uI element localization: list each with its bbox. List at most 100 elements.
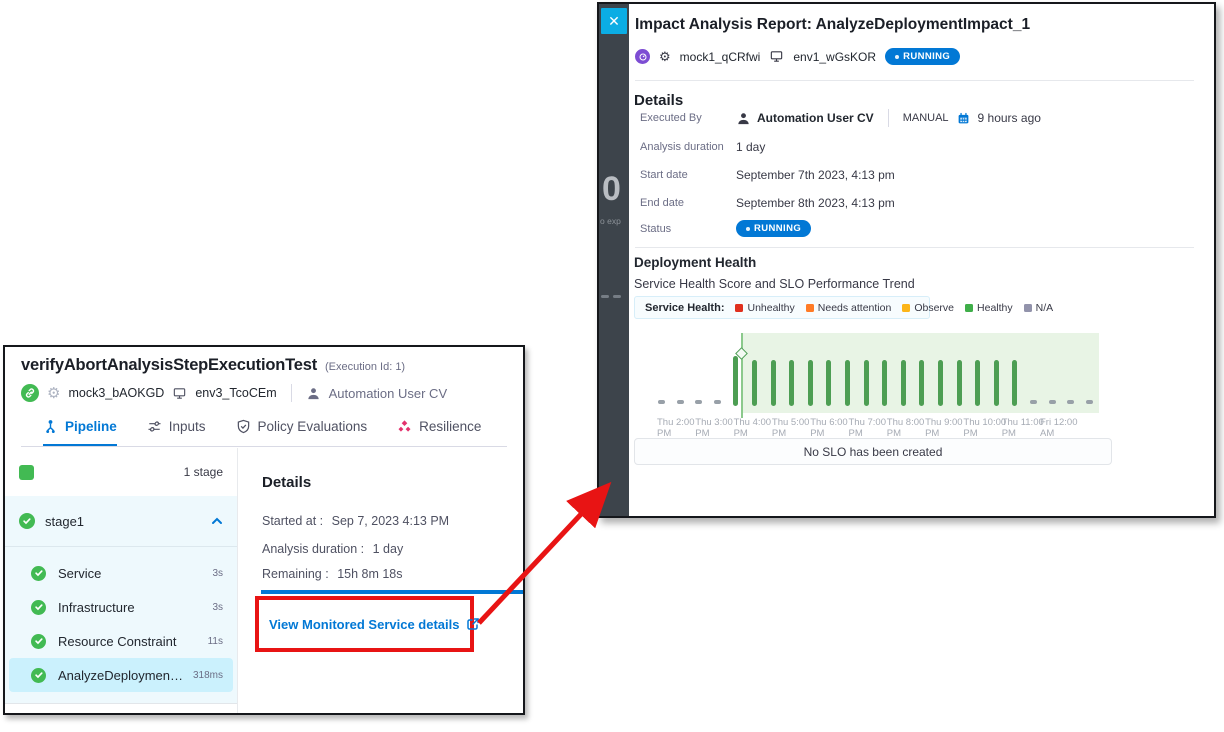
- execution-panel: verifyAbortAnalysisStepExecutionTest (Ex…: [3, 345, 525, 715]
- health-bar-healthy: [789, 360, 794, 406]
- status-badge: RUNNING: [885, 48, 960, 65]
- step-row-analyzedeploymentim-[interactable]: AnalyzeDeploymentIm...318ms: [9, 658, 233, 692]
- service-gear-icon: ⚙: [659, 50, 671, 63]
- health-dash-na: [1067, 400, 1074, 404]
- x-axis-tick: Thu 2:00 PM: [657, 417, 695, 439]
- inputs-icon: [147, 419, 162, 434]
- execution-id: (Execution Id: 1): [325, 361, 405, 373]
- modal-title: Impact Analysis Report: AnalyzeDeploymen…: [635, 16, 1030, 34]
- x-axis-tick: Fri 12:00 AM: [1040, 417, 1078, 439]
- health-dash-na: [714, 400, 721, 404]
- legend-swatch: [1024, 304, 1032, 312]
- analysis-progress-bar: [261, 590, 523, 594]
- health-bar-healthy: [957, 360, 962, 406]
- environment-icon: [172, 386, 187, 401]
- health-bar-healthy: [771, 360, 776, 406]
- modal-overlay-strip: ✕ 0 o exp: [599, 4, 629, 516]
- stage-count-row: 1 stage: [5, 448, 237, 497]
- stage-tree: stage1 Service3sInfrastructure3sResource…: [5, 496, 237, 704]
- legend-swatch: [965, 304, 973, 312]
- check-circle-icon: [31, 600, 46, 615]
- legend-swatch: [806, 304, 814, 312]
- stage-column: 1 stage stage1 Service3sInfrastructure3s…: [5, 448, 238, 713]
- tab-policy-evaluations[interactable]: Policy Evaluations: [236, 410, 368, 446]
- check-circle-icon: [19, 513, 35, 529]
- divider: [888, 109, 889, 127]
- step-row-service[interactable]: Service3s: [9, 556, 233, 590]
- modal-environment-name: env1_wGsKOR: [793, 50, 876, 64]
- tab-resilience[interactable]: Resilience: [397, 410, 481, 446]
- analysis-duration-row: Analysis duration 1 day: [640, 140, 765, 154]
- tab-pipeline[interactable]: Pipeline: [43, 410, 117, 446]
- health-bar-healthy: [864, 360, 869, 406]
- screenshot-canvas: verifyAbortAnalysisStepExecutionTest (Ex…: [0, 0, 1224, 732]
- pipeline-icon: [43, 419, 58, 434]
- health-dash-na: [677, 400, 684, 404]
- legend-item-needs-attention: Needs attention: [806, 302, 892, 314]
- health-dash-na: [658, 400, 665, 404]
- health-dash-na: [695, 400, 702, 404]
- health-bar-healthy: [938, 360, 943, 406]
- stage-status-square: [19, 465, 34, 480]
- legend-swatch: [902, 304, 910, 312]
- check-circle-icon: [31, 634, 46, 649]
- stage-row[interactable]: stage1: [5, 496, 237, 547]
- health-trend-chart: Thu 2:00 PMThu 3:00 PMThu 4:00 PMThu 5:0…: [634, 330, 1112, 436]
- status-badge: RUNNING: [736, 220, 811, 237]
- user-icon: [736, 111, 751, 126]
- check-circle-icon: [31, 668, 46, 683]
- status-dot: [746, 227, 750, 231]
- health-bar-healthy: [919, 360, 924, 406]
- shield-check-icon: [236, 419, 251, 434]
- execution-header: verifyAbortAnalysisStepExecutionTest (Ex…: [5, 347, 523, 447]
- health-bar-healthy: [1012, 360, 1017, 406]
- health-bar-healthy: [882, 360, 887, 406]
- service-name: mock3_bAOKGD: [68, 386, 164, 400]
- modal-meta-row: ⚙ mock1_qCRfwi env1_wGsKOR RUNNING: [635, 48, 960, 65]
- health-bar-healthy: [975, 360, 980, 406]
- health-source-icon: [635, 49, 650, 64]
- stage-count-label: 1 stage: [184, 465, 223, 479]
- step-row-infrastructure[interactable]: Infrastructure3s: [9, 590, 233, 624]
- x-axis-tick: Thu 11:00 PM: [1002, 417, 1044, 439]
- divider: [291, 384, 292, 402]
- legend-item-observe: Observe: [902, 302, 954, 314]
- health-dash-na: [1030, 400, 1037, 404]
- end-date-row: End date September 8th 2023, 4:13 pm: [640, 196, 895, 210]
- step-list: Service3sInfrastructure3sResource Constr…: [5, 547, 237, 692]
- status-dot: [895, 55, 899, 59]
- service-health-legend: Service Health: UnhealthyNeeds attention…: [634, 296, 930, 319]
- health-bar-healthy: [733, 356, 738, 406]
- step-row-resource-constraint[interactable]: Resource Constraint11s: [9, 624, 233, 658]
- x-axis-tick: Thu 6:00 PM: [810, 417, 848, 439]
- view-monitored-service-link[interactable]: View Monitored Service details: [269, 617, 480, 632]
- service-gear-icon: ⚙: [47, 386, 60, 401]
- close-button[interactable]: ✕: [601, 8, 627, 34]
- chevron-up-icon[interactable]: [211, 515, 223, 527]
- link-icon: [21, 384, 39, 402]
- health-bar-healthy: [808, 360, 813, 406]
- step-details: Details Started at : Sep 7, 2023 4:13 PM…: [238, 448, 523, 713]
- x-axis-tick: Thu 8:00 PM: [887, 417, 925, 439]
- tabs: Pipeline Inputs Policy Evaluations Resilien…: [21, 410, 507, 447]
- x-axis-tick: Thu 9:00 PM: [925, 417, 963, 439]
- health-bar-healthy: [994, 360, 999, 406]
- background-remnant-text: o exp: [600, 216, 621, 226]
- environment-icon: [769, 49, 784, 64]
- stage-name: stage1: [45, 514, 211, 529]
- remaining-row: Remaining : 15h 8m 18s: [262, 567, 403, 581]
- status-row: Status RUNNING: [640, 220, 811, 237]
- deployment-health-heading: Deployment Health: [634, 255, 756, 270]
- divider: [635, 80, 1194, 81]
- started-at-row: Started at : Sep 7, 2023 4:13 PM: [262, 514, 449, 528]
- health-bar-healthy: [826, 360, 831, 406]
- x-axis-tick: Thu 5:00 PM: [772, 417, 810, 439]
- executed-by-row: Executed By Automation User CV MANUAL 9 …: [640, 109, 1041, 127]
- trigger-type: MANUAL: [903, 112, 949, 124]
- executed-by-user: Automation User CV: [757, 111, 874, 125]
- slo-empty-state: No SLO has been created: [634, 438, 1112, 465]
- tab-inputs[interactable]: Inputs: [147, 410, 206, 446]
- executed-time: 9 hours ago: [978, 111, 1041, 125]
- deployment-health-subtitle: Service Health Score and SLO Performance…: [634, 277, 915, 291]
- background-remnant-dash: [601, 295, 609, 298]
